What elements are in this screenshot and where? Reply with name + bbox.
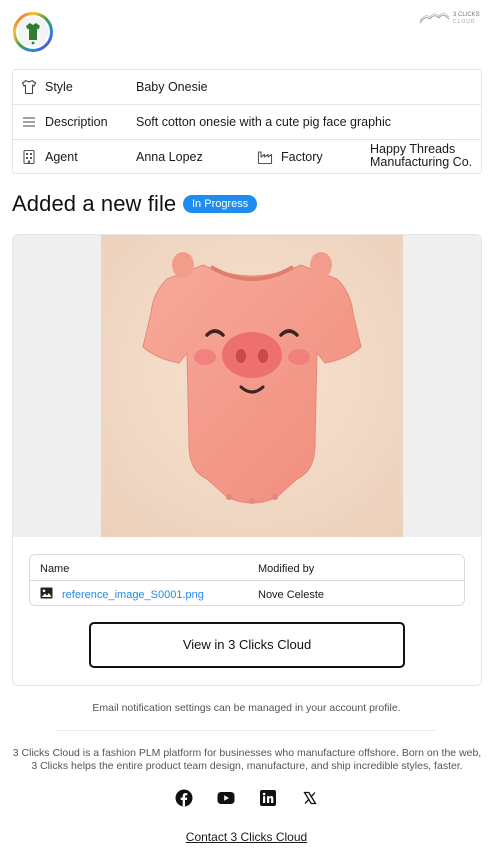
menu-lines-icon	[23, 117, 35, 127]
file-name-link[interactable]: reference_image_S0001.png	[62, 589, 204, 601]
modified-by-value: Nove Celeste	[258, 589, 325, 601]
building-icon	[23, 149, 35, 165]
view-in-3-clicks-cloud-button[interactable]: View in 3 Clicks Cloud	[89, 622, 405, 668]
factory-value-line2: Manufacturing Co.	[370, 155, 473, 169]
factory-icon	[257, 151, 273, 165]
image-file-icon	[40, 587, 53, 599]
factory-label: Factory	[281, 150, 323, 164]
style-label: Style	[45, 80, 73, 94]
brand-logo-line2: CLOUD	[453, 19, 476, 25]
factory-value: Happy Threads Manufacturing Co.	[370, 143, 480, 169]
info-row-style: Style Baby Onesie	[13, 70, 481, 105]
info-row-agent: Agent Anna Lopez Factory Happy Threads M…	[13, 140, 481, 175]
table-row: reference_image_S0001.png Nove Celeste	[30, 581, 464, 606]
description-value: Soft cotton onesie with a cute pig face …	[136, 115, 392, 129]
brand-logo: 3 CLICKS CLOUD	[419, 9, 481, 25]
column-header-name: Name	[40, 563, 70, 575]
style-info-table: Style Baby Onesie Description Soft cotto…	[12, 69, 482, 174]
column-header-modified-by: Modified by	[258, 563, 315, 575]
agent-label: Agent	[45, 150, 78, 164]
notification-settings-note: Email notification settings can be manag…	[92, 702, 401, 714]
status-badge: In Progress	[183, 195, 258, 213]
style-value: Baby Onesie	[136, 80, 208, 94]
facebook-icon[interactable]	[175, 789, 193, 807]
file-card: Name Modified by reference_image_S0001.p…	[12, 234, 482, 686]
footer-divider	[56, 730, 437, 731]
agent-value: Anna Lopez	[136, 150, 203, 164]
description-label: Description	[45, 115, 108, 129]
contact-link[interactable]: Contact 3 Clicks Cloud	[0, 830, 493, 844]
onesie-preview-image[interactable]	[101, 235, 403, 537]
social-links	[173, 789, 321, 807]
x-icon[interactable]	[301, 789, 319, 807]
info-row-description: Description Soft cotton onesie with a cu…	[13, 105, 481, 140]
company-logo	[13, 12, 53, 52]
file-table: Name Modified by reference_image_S0001.p…	[29, 554, 465, 606]
about-text: 3 Clicks Cloud is a fashion PLM platform…	[12, 747, 482, 772]
youtube-icon[interactable]	[217, 789, 235, 807]
shirt-icon	[21, 79, 37, 95]
email-header: 3 CLICKS CLOUD	[0, 0, 493, 62]
page-title: Added a new file	[12, 191, 177, 216]
image-preview-area	[13, 235, 481, 537]
brand-logo-line1: 3 CLICKS	[453, 12, 480, 18]
linkedin-icon[interactable]	[259, 789, 277, 807]
file-table-header: Name Modified by	[30, 555, 464, 581]
